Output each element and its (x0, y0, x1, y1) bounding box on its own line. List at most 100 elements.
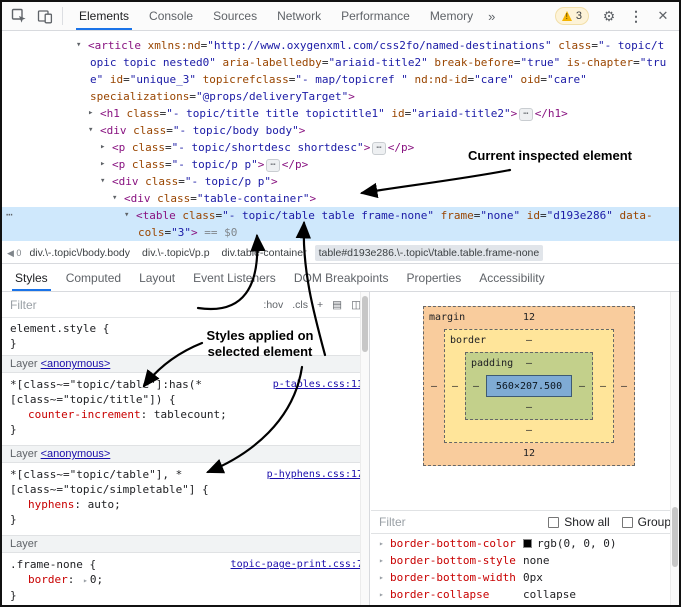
css-source-link[interactable]: p-tables.css:11 (273, 377, 363, 392)
tab-elements[interactable]: Elements (69, 2, 139, 30)
show-all-checkbox[interactable]: Show all (548, 515, 609, 529)
border-left-value[interactable]: – (445, 352, 465, 420)
sidebar-tab-event-listeners[interactable]: Event Listeners (184, 264, 285, 291)
collapsed-content-button[interactable]: ⋯ (372, 142, 385, 155)
breadcrumb-overflow-indicator[interactable]: ◀ 0 (5, 248, 25, 259)
breadcrumb-item[interactable]: div.table-container (218, 245, 311, 261)
dom-node[interactable]: ▾<div class="- topic/p p"> (2, 173, 679, 190)
pseudo-state-button[interactable]: :hov (263, 299, 283, 311)
expand-arrow-right-icon[interactable]: ▸ (379, 603, 390, 605)
element-style-close: } (10, 336, 361, 351)
computed-filter-input[interactable] (379, 515, 536, 529)
shorthand-expand-icon[interactable]: ▸ (83, 576, 88, 585)
collapsed-content-button[interactable]: ⋯ (266, 159, 279, 172)
element-style-block[interactable]: element.style { } (2, 318, 369, 355)
layer-link[interactable]: <anonymous> (41, 448, 111, 460)
sidebar-tab-dom-breakpoints[interactable]: DOM Breakpoints (285, 264, 398, 291)
dom-node[interactable]: ▾<div class="table-container"> (2, 190, 679, 207)
expand-arrow-down-icon[interactable]: ▾ (76, 37, 81, 54)
group-checkbox[interactable]: Group (622, 515, 671, 529)
sidebar-tab-properties[interactable]: Properties (398, 264, 471, 291)
sidebar-tab-computed[interactable]: Computed (57, 264, 130, 291)
border-bottom-value[interactable]: – (526, 425, 532, 436)
dom-node[interactable]: opic topic nested0" aria-labelledby="ari… (2, 54, 679, 71)
dom-node-selected[interactable]: cols="3"> == $0 (2, 224, 679, 241)
styles-filter-input[interactable] (10, 298, 254, 312)
border-top-value[interactable]: – (526, 335, 532, 346)
expand-arrow-down-icon[interactable]: ▾ (100, 173, 105, 190)
more-tabs-icon[interactable]: » (483, 9, 500, 24)
dom-node[interactable]: ▸<p class="- topic/shortdesc shortdesc">… (2, 139, 679, 156)
class-toggle-button[interactable]: .cls (292, 299, 308, 311)
expand-arrow-right-icon[interactable]: ▸ (88, 105, 93, 122)
sidebar-tab-accessibility[interactable]: Accessibility (470, 264, 553, 291)
expand-arrow-down-icon[interactable]: ▾ (124, 207, 129, 224)
row-options-dots-icon[interactable]: ⋯ (6, 208, 12, 221)
sidebar-tab-styles[interactable]: Styles (6, 264, 57, 291)
margin-top-value[interactable]: 12 (523, 312, 535, 323)
computed-property-row[interactable]: ▸border-bottom-width0px (371, 569, 679, 586)
padding-bottom-value[interactable]: – (526, 402, 532, 413)
dom-node[interactable]: ▾<div class="- topic/body body"> (2, 122, 679, 139)
dom-node[interactable]: ▸<h1 class="- topic/title title topictit… (2, 105, 679, 122)
group-checkbox-box[interactable] (622, 517, 633, 528)
sidebar-tab-layout[interactable]: Layout (130, 264, 184, 291)
expand-arrow-right-icon[interactable]: ▸ (379, 586, 390, 603)
computed-property-row[interactable]: ▸border-bottom-stylenone (371, 552, 679, 569)
css-declaration[interactable]: hyphens: auto; (10, 497, 361, 512)
close-icon[interactable]: ✕ (650, 3, 676, 29)
computed-property-row[interactable]: ▸border-image-outset (371, 603, 679, 605)
menu-dots-icon[interactable]: ⋮ (623, 3, 649, 29)
expand-arrow-right-icon[interactable]: ▸ (379, 535, 390, 552)
css-rule[interactable]: p-hyphens.css:17*[class~="topic/table"],… (2, 463, 369, 535)
expand-arrow-right-icon[interactable]: ▸ (379, 552, 390, 569)
expand-arrow-right-icon[interactable]: ▸ (379, 569, 390, 586)
css-rule[interactable]: topic-page-print.css:7.frame-none {borde… (2, 553, 369, 605)
computed-scrollbar[interactable] (670, 292, 679, 605)
css-source-link[interactable]: p-hyphens.css:17 (267, 467, 363, 482)
margin-bottom-value[interactable]: 12 (523, 448, 535, 459)
tab-console[interactable]: Console (139, 2, 203, 30)
box-model-content[interactable]: 560×207.500 (486, 375, 572, 397)
settings-gear-icon[interactable]: ⚙ (596, 3, 622, 29)
expand-arrow-down-icon[interactable]: ▾ (88, 122, 93, 139)
breadcrumb-item[interactable]: table#d193e286.\-.topic\/table.table.fra… (315, 245, 544, 261)
css-declaration[interactable]: border: ▸0; (10, 572, 361, 588)
expand-arrow-right-icon[interactable]: ▸ (100, 139, 105, 156)
computed-property-row[interactable]: ▸border-collapsecollapse (371, 586, 679, 603)
padding-right-value[interactable]: – (572, 375, 592, 397)
inspect-element-icon[interactable] (6, 3, 32, 29)
tab-sources[interactable]: Sources (203, 2, 267, 30)
dom-node[interactable]: e" id="unique_3" topicrefclass="- map/to… (2, 71, 679, 88)
color-swatch[interactable] (523, 539, 532, 548)
breadcrumb-item[interactable]: div.\-.topic\/p.p (138, 245, 214, 261)
tab-memory[interactable]: Memory (420, 2, 483, 30)
layer-link[interactable]: <anonymous> (41, 358, 111, 370)
margin-right-value[interactable]: – (614, 329, 634, 443)
padding-top-value[interactable]: – (526, 358, 532, 369)
dom-node[interactable]: ▾<article xmlns:nd="http://www.oxygenxml… (2, 37, 679, 54)
layers-icon[interactable]: ▤ (332, 299, 342, 311)
tab-network[interactable]: Network (267, 2, 331, 30)
show-all-checkbox-box[interactable] (548, 517, 559, 528)
box-model-diagram[interactable]: margin 12 – border – – (423, 306, 635, 466)
dom-node[interactable]: ▸<p class="- topic/p p">⋯</p> (2, 156, 679, 173)
styles-scrollbar[interactable] (360, 292, 369, 605)
css-source-link[interactable]: topic-page-print.css:7 (231, 557, 363, 572)
issues-badge[interactable]: 3 (555, 7, 589, 25)
margin-left-value[interactable]: – (424, 329, 444, 443)
border-right-value[interactable]: – (593, 352, 613, 420)
dom-node[interactable]: specializations="@props/deliveryTarget"> (2, 88, 679, 105)
expand-arrow-right-icon[interactable]: ▸ (100, 156, 105, 173)
dom-node-selected[interactable]: ▾<table class="- topic/table table frame… (2, 207, 679, 224)
expand-arrow-down-icon[interactable]: ▾ (112, 190, 117, 207)
css-rule[interactable]: p-tables.css:11*[class~="topic/table"]:h… (2, 373, 369, 445)
new-style-rule-button[interactable]: + (317, 299, 323, 311)
device-toolbar-icon[interactable] (32, 3, 58, 29)
collapsed-content-button[interactable]: ⋯ (519, 108, 532, 121)
tab-performance[interactable]: Performance (331, 2, 420, 30)
computed-property-row[interactable]: ▸border-bottom-colorrgb(0, 0, 0) (371, 535, 679, 552)
css-declaration[interactable]: counter-increment: tablecount; (10, 407, 361, 422)
padding-left-value[interactable]: – (466, 375, 486, 397)
breadcrumb-item[interactable]: div.\-.topic\/body.body (25, 245, 134, 261)
